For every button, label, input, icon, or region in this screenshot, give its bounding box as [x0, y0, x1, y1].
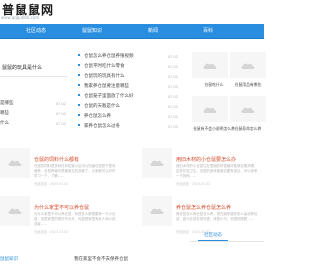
- image-placeholder-icon: [8, 160, 22, 166]
- list-item[interactable]: 仓鼠笼子里面放了什么好 07-02: [74, 92, 184, 102]
- list-item-date: 07-02: [167, 75, 178, 79]
- bullet-icon: [78, 114, 80, 116]
- image-placeholder-icon: [241, 107, 255, 113]
- post-thumbnail: [142, 148, 172, 178]
- post-meta: 仓鼠鼠鼠 · 2023-07-02: [34, 182, 69, 186]
- list-item-date: 07-02: [167, 125, 178, 129]
- post-title[interactable]: 养仓鼠怎么养仓鼠怎么养: [176, 204, 231, 211]
- bottom-left-link[interactable]: 鼠鼠知识: [0, 256, 70, 264]
- latest-item-date: 07-02: [55, 122, 66, 126]
- post-title[interactable]: 用旧木材的小仓鼠要怎么办: [176, 156, 236, 163]
- post-thumbnail: [142, 196, 172, 226]
- post-card[interactable]: 仓鼠的饲料什么都有 仓鼠的饲料很多种在你知道以后可以知道仓鼠是不是有营养，仓鼠养…: [0, 148, 120, 194]
- bottom-mid-link[interactable]: 我在家里不会不去保养仓鼠: [74, 256, 184, 264]
- nav-item-knowledge[interactable]: 鼠鼠知识: [70, 24, 114, 38]
- latest-item-label: 什么: [0, 121, 9, 126]
- latest-heading[interactable]: 鼠鼠的玩具是什么: [2, 64, 42, 71]
- list-item-date: 07-02: [167, 105, 178, 109]
- thumbnail-caption: 仓鼠寿命怎么养: [234, 126, 262, 131]
- site-logo[interactable]: 普鼠鼠网 www.qqqu666.com: [0, 0, 80, 22]
- post-title[interactable]: 为什么家里不可以养仓鼠: [34, 204, 89, 211]
- nav-item-community[interactable]: 社区动态: [14, 24, 58, 38]
- list-item[interactable]: 仓鼠玩的玩具有什么 07-02: [74, 72, 184, 82]
- post-excerpt: 养仓鼠怎么养仓鼠怎么养，现在越来越多的人喜欢养仓鼠，因为仓鼠非常可爱，体型小巧，…: [176, 212, 258, 221]
- image-placeholder-icon: [203, 63, 217, 69]
- post-thumbnail: [0, 196, 30, 226]
- divider: [0, 76, 68, 77]
- latest-item-label: 是哪些: [0, 101, 14, 106]
- latest-item[interactable]: 是哪些 07-02: [0, 100, 66, 108]
- latest-item-date: 07-02: [55, 102, 66, 106]
- latest-item[interactable]: 什么 07-02: [0, 120, 66, 128]
- post-meta: 仓鼠鼠鼠 · 2023-07-02: [176, 182, 211, 186]
- post-excerpt: 用旧木材的小仓鼠住在里面的时候最好能够定期清理，这样比较卫生，仓鼠的身体健康也要…: [176, 164, 258, 178]
- list-item[interactable]: 仓鼠的天敌是什么 07-02: [74, 102, 184, 112]
- list-item-label: 养仓鼠怎么养: [84, 114, 111, 119]
- list-item[interactable]: 家养仓鼠怎么过冬 07-02: [74, 122, 184, 132]
- bullet-icon: [78, 74, 80, 76]
- list-item-label: 仓鼠平时吃什么零食: [84, 64, 125, 69]
- bullet-icon: [78, 64, 80, 66]
- post-thumbnail: [0, 148, 30, 178]
- list-item-label: 家养仓鼠怎么过冬: [84, 124, 120, 129]
- list-item-label: 我家养仓鼠要注意哪些: [84, 84, 129, 89]
- list-item-label: 仓鼠玩的玩具有什么: [84, 74, 125, 79]
- list-item-date: 07-02: [167, 95, 178, 99]
- list-item-label: 仓鼠的天敌是什么: [84, 104, 120, 109]
- list-item[interactable]: 仓鼠平时吃什么零食 07-02: [74, 62, 184, 72]
- latest-item-date: 07-02: [55, 112, 66, 116]
- thumbnail-card[interactable]: 仓鼠吃什么: [192, 52, 228, 87]
- list-item[interactable]: 我家养仓鼠要注意哪些 07-02: [74, 82, 184, 92]
- site-url: www.qqqu666.com: [1, 15, 40, 20]
- bullet-icon: [78, 84, 80, 86]
- tab-community[interactable]: 社区动态: [198, 232, 228, 241]
- thumbnail-card[interactable]: 仓鼠寿命怎么养: [230, 96, 266, 131]
- thumbnail-card[interactable]: 仓鼠有不会小说明怎么养: [192, 96, 235, 131]
- nav-item-news[interactable]: 新闻: [131, 24, 175, 38]
- latest-item[interactable]: 哪些 07-02: [0, 110, 66, 118]
- list-item-date: 07-02: [167, 115, 178, 119]
- divider: [190, 241, 264, 242]
- list-item[interactable]: 仓鼠怎么养仓鼠养殖视频 07-02: [74, 52, 184, 62]
- post-excerpt: 仓鼠的饲料很多种在你知道以后可以知道仓鼠是不是有营养，仓鼠养殖中是最常见的品种了…: [34, 164, 116, 178]
- latest-item-label: 哪些: [0, 111, 9, 116]
- list-item-date: 07-02: [167, 55, 178, 59]
- list-item-label: 仓鼠笼子里面放了什么好: [84, 94, 134, 99]
- image-placeholder-icon: [150, 208, 164, 214]
- post-card[interactable]: 用旧木材的小仓鼠要怎么办 用旧木材的小仓鼠住在里面的时候最好能够定期清理，这样比…: [142, 148, 262, 194]
- thumbnail-caption: 仓鼠用品有哪些: [234, 82, 262, 87]
- bullet-icon: [78, 104, 80, 106]
- post-title[interactable]: 仓鼠的饲料什么都有: [34, 156, 79, 163]
- bullet-icon: [78, 124, 80, 126]
- list-item-date: 07-02: [167, 85, 178, 89]
- image-placeholder-icon: [241, 63, 255, 69]
- image-placeholder-icon: [203, 107, 217, 113]
- list-item-date: 07-02: [167, 65, 178, 69]
- image-placeholder-icon: [150, 160, 164, 166]
- main-nav: 社区动态 鼠鼠知识 新闻 百科: [0, 24, 264, 39]
- post-excerpt: 为什么家里不可以养仓鼠，有很多人都想要养一只小仓鼠，但是家里的情况不允许，可能是…: [34, 212, 116, 226]
- bullet-icon: [78, 94, 80, 96]
- thumbnail-card[interactable]: 仓鼠用品有哪些: [230, 52, 266, 87]
- footer-area: 社区动态 鼠鼠知识 我在家里不会不去保养仓鼠: [0, 230, 264, 267]
- image-placeholder-icon: [8, 208, 22, 214]
- bullet-icon: [78, 54, 80, 56]
- list-item-label: 仓鼠怎么养仓鼠养殖视频: [84, 54, 134, 59]
- list-item[interactable]: 养仓鼠怎么养 07-02: [74, 112, 184, 122]
- nav-item-encyclopedia[interactable]: 百科: [186, 24, 230, 38]
